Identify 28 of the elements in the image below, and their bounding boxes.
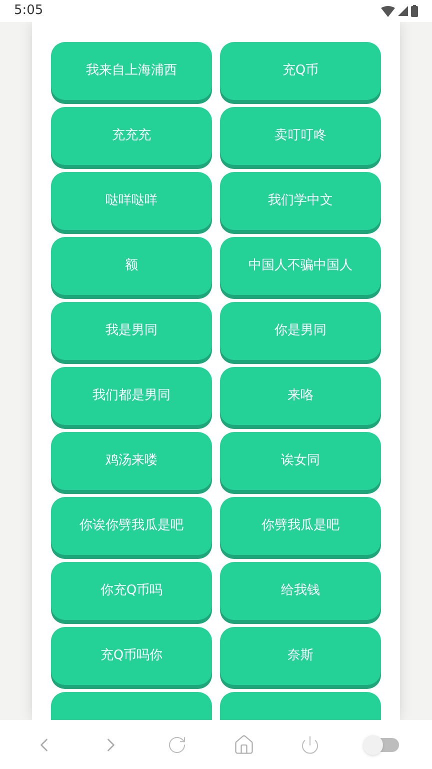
sound-button[interactable]: 充Q币 [220, 42, 381, 100]
sound-button[interactable]: 给我钱 [220, 562, 381, 620]
sound-button[interactable]: 你是男同 [220, 302, 381, 360]
sound-button[interactable]: 你诶你劈我瓜是吧 [51, 497, 212, 555]
sound-button[interactable]: 我们都是男同 [51, 367, 212, 425]
sound-button[interactable]: 哒咩哒咩 [51, 172, 212, 230]
sound-button[interactable]: 中国人不骗中国人 [220, 237, 381, 295]
sound-button[interactable]: 充充充 [51, 107, 212, 165]
sound-button[interactable]: 你劈我瓜是吧 [220, 497, 381, 555]
sound-button[interactable]: 卖叮叮咚 [220, 107, 381, 165]
signal-icon [398, 6, 408, 16]
sound-button[interactable]: 我们学中文 [220, 172, 381, 230]
sound-button[interactable]: 我是男同 [51, 302, 212, 360]
refresh-icon[interactable] [167, 734, 188, 754]
wifi-icon [381, 6, 395, 16]
sound-button[interactable]: 我来自上海浦西 [51, 42, 212, 100]
sound-button[interactable]: 额 [51, 237, 212, 295]
status-time: 5:05 [14, 2, 44, 20]
battery-icon [411, 5, 418, 17]
sound-button[interactable]: 你充Q币吗 [51, 562, 212, 620]
home-icon[interactable] [232, 734, 255, 756]
power-icon[interactable] [300, 734, 320, 754]
sound-button[interactable]: 奈斯 [220, 627, 381, 685]
toggle-switch[interactable] [365, 738, 400, 752]
sound-button[interactable]: 来咯 [220, 367, 381, 425]
sound-button[interactable]: 充Q币吗你 [51, 627, 212, 685]
sound-button[interactable]: 诶女同 [220, 432, 381, 490]
sound-button[interactable]: 鸡汤来喽 [51, 432, 212, 490]
